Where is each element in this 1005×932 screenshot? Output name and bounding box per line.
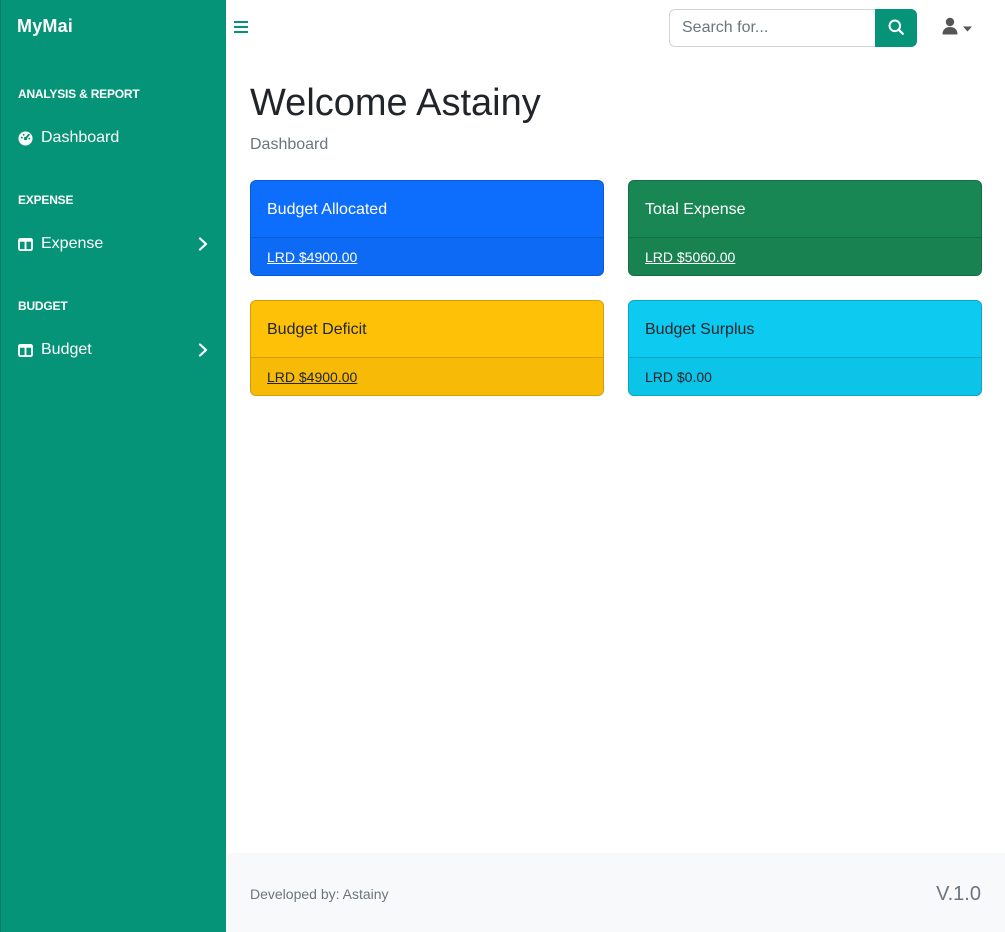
budget-allocated-card: Budget Allocated LRD $4900.00 [250,180,604,276]
card-title: Budget Deficit [251,301,603,358]
menu-icon [234,21,248,39]
sidebar-item-label: Budget [41,341,92,358]
budget-surplus-card: Budget Surplus LRD $0.00 [628,300,982,396]
card-value-link[interactable]: LRD $5060.00 [645,249,735,265]
user-menu-dropdown[interactable] [942,17,976,39]
brand-logo[interactable]: MyMai [17,16,73,37]
caret-down-icon [963,19,972,37]
search-form [669,9,917,47]
sidebar-heading-analysis: ANALYSIS & REPORT [18,87,140,101]
sidebar-item-label: Dashboard [41,129,120,146]
total-expense-card: Total Expense LRD $5060.00 [628,180,982,276]
card-title: Budget Surplus [629,301,981,358]
columns-icon [18,237,33,252]
search-input[interactable] [669,9,875,47]
card-title: Total Expense [629,181,981,238]
sidebar-item-label: Expense [41,235,104,252]
card-value: LRD $0.00 [645,369,712,385]
search-icon [888,19,904,38]
sidebar-heading-expense: EXPENSE [18,193,74,207]
budget-deficit-card: Budget Deficit LRD $4900.00 [250,300,604,396]
user-icon [942,17,958,40]
breadcrumb: Dashboard [250,136,329,153]
version-label: V.1.0 [936,883,981,905]
speedometer-icon [18,130,33,146]
card-title: Budget Allocated [251,181,603,238]
chevron-right-icon [197,343,209,357]
developer-credit: Developed by: Astainy [250,886,389,902]
chevron-right-icon [197,237,209,251]
topbar [226,0,1005,56]
search-button[interactable] [875,9,917,47]
page-title: Welcome Astainy [250,82,541,124]
footer: Developed by: Astainy V.1.0 [226,853,1005,932]
sidebar-toggle-button[interactable] [234,19,248,35]
columns-icon [18,343,33,358]
sidebar-heading-budget: BUDGET [18,299,68,313]
sidebar-item-expense[interactable]: Expense [1,226,227,262]
sidebar-item-dashboard[interactable]: Dashboard [1,120,227,156]
sidebar: MyMai ANALYSIS & REPORT Dashboard EXPENS… [0,0,226,932]
card-value-link[interactable]: LRD $4900.00 [267,369,357,385]
card-value-link[interactable]: LRD $4900.00 [267,249,357,265]
sidebar-item-budget[interactable]: Budget [1,332,227,368]
